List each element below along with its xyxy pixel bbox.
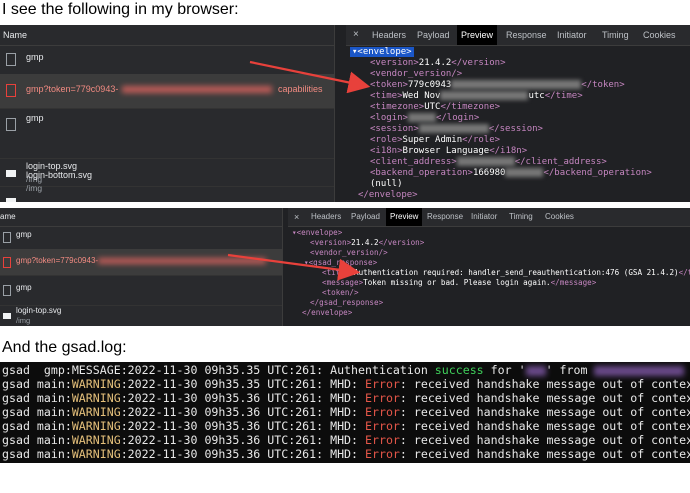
- log-line: gsad main:WARNING:2022-11-30 09h35.36 UT…: [2, 391, 690, 405]
- log-line: gsad main:WARNING:2022-11-30 09h35.36 UT…: [2, 433, 690, 447]
- caption-log: And the gsad.log:: [2, 339, 127, 356]
- gsad-log-terminal: gsad gmp:MESSAGE:2022-11-30 09h35.35 UTC…: [0, 362, 690, 463]
- log-line: gsad gmp:MESSAGE:2022-11-30 09h35.35 UTC…: [2, 363, 685, 377]
- annotation-arrow-1: [227, 60, 371, 281]
- log-line: gsad main:WARNING:2022-11-30 09h35.35 UT…: [2, 377, 690, 391]
- log-line: gsad main:WARNING:2022-11-30 09h35.36 UT…: [2, 447, 690, 461]
- log-line: gsad main:WARNING:2022-11-30 09h35.36 UT…: [2, 405, 690, 419]
- log-line: gsad main:WARNING:2022-11-30 09h35.36 UT…: [2, 419, 690, 433]
